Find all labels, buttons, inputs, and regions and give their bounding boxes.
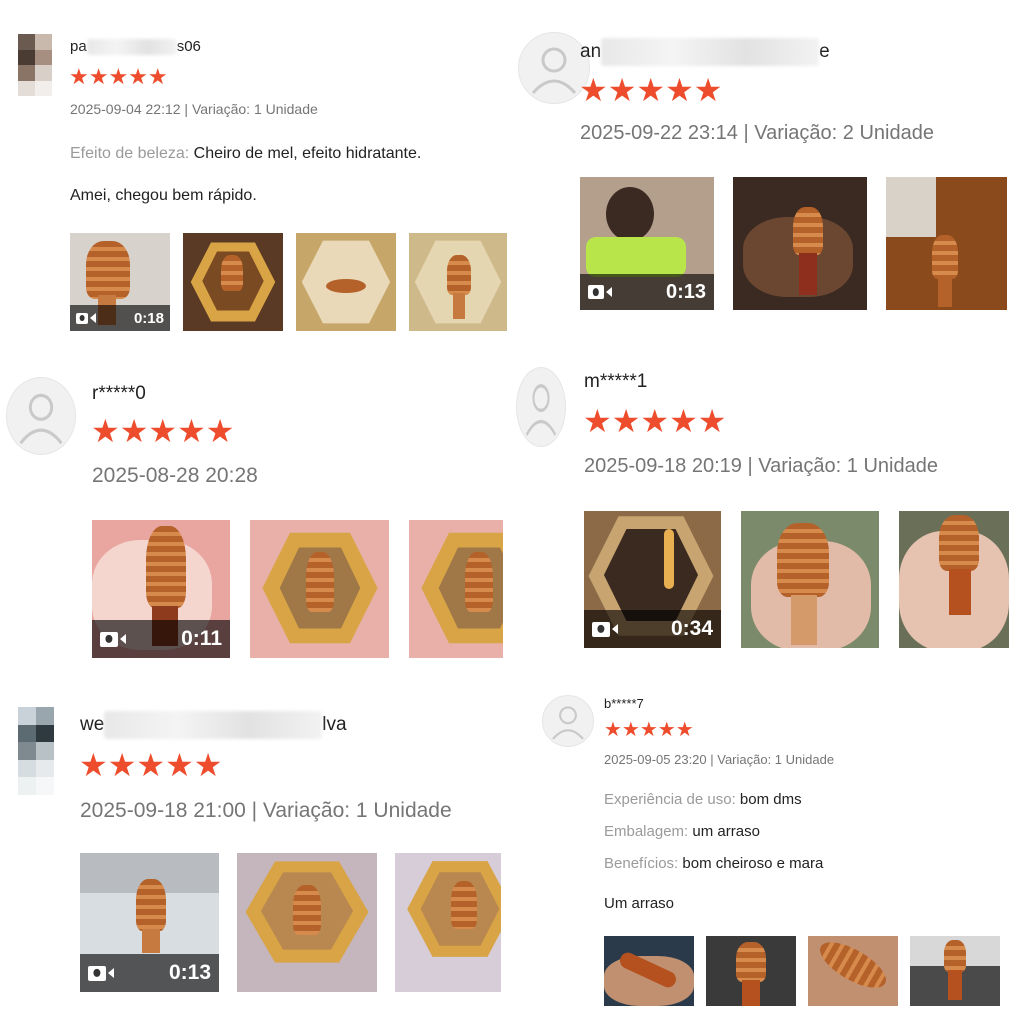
video-duration: 0:13 — [168, 961, 211, 984]
review-attribute: Embalagem: um arraso — [604, 823, 760, 840]
avatar — [516, 367, 566, 447]
attribute-label: Experiência de uso: — [604, 791, 736, 808]
review-card: we lva ★★★★★ 2025-09-18 21:00 | Variação:… — [0, 675, 512, 1024]
photo-thumbnail[interactable] — [733, 177, 867, 310]
attribute-label: Efeito de beleza: — [70, 145, 190, 162]
review-media: 0:34 — [584, 511, 1009, 648]
star-rating: ★★★★★ — [69, 64, 168, 89]
review-date-variation: 2025-09-18 20:19 | Variação: 1 Unidade — [584, 455, 938, 477]
star-rating: ★★★★★ — [91, 413, 235, 449]
review-media: 0:13 — [80, 853, 501, 992]
video-duration: 0:34 — [670, 617, 713, 640]
photo-thumbnail[interactable] — [409, 233, 507, 331]
video-bar: 0:34 — [584, 610, 721, 648]
review-media: 0:13 — [580, 177, 1007, 310]
video-thumbnail[interactable]: 0:13 — [80, 853, 219, 992]
video-camera-icon — [592, 621, 618, 637]
star-rating: ★★★★★ — [583, 403, 727, 439]
star-rating: ★★★★★ — [79, 747, 223, 783]
attribute-value: bom cheiroso e mara — [678, 855, 824, 872]
video-thumbnail[interactable]: 0:11 — [92, 520, 230, 658]
video-camera-icon — [588, 285, 612, 299]
attribute-value: bom dms — [735, 791, 802, 808]
review-card: b*****7 ★★★★★ 2025-09-05 23:20 | Variaçã… — [512, 675, 1024, 1024]
photo-thumbnail[interactable] — [296, 233, 396, 331]
user-placeholder-icon — [552, 706, 584, 740]
attribute-label: Embalagem: — [604, 823, 689, 840]
video-bar: 0:13 — [80, 954, 219, 992]
attribute-value: Cheiro de mel, efeito hidratante. — [189, 145, 422, 162]
reviewer-name: b*****7 — [604, 696, 644, 711]
video-camera-icon — [76, 312, 96, 324]
reviewer-name: pa s06 — [70, 38, 201, 56]
avatar — [6, 377, 76, 455]
photo-thumbnail[interactable] — [395, 853, 501, 992]
review-media: 0:18 — [70, 233, 507, 331]
photo-thumbnail[interactable] — [899, 511, 1009, 648]
photo-thumbnail[interactable] — [183, 233, 283, 331]
video-camera-icon — [88, 965, 114, 981]
photo-thumbnail[interactable] — [808, 936, 898, 1006]
review-media — [604, 936, 1000, 1006]
reviewer-name: an e — [580, 38, 830, 66]
star-rating: ★★★★★ — [579, 72, 723, 108]
review-date-variation: 2025-09-22 23:14 | Variação: 2 Unidade — [580, 122, 934, 144]
review-media: 0:11 — [92, 520, 503, 658]
video-thumbnail[interactable]: 0:13 — [580, 177, 714, 310]
review-date-variation: 2025-08-28 20:28 — [92, 464, 258, 487]
star-rating: ★★★★★ — [604, 719, 694, 741]
review-attribute: Experiência de uso: bom dms — [604, 791, 802, 808]
user-placeholder-icon — [525, 384, 557, 436]
review-card: m*****1 ★★★★★ 2025-09-18 20:19 | Variaçã… — [512, 345, 1024, 675]
reviewer-name: we lva — [80, 711, 347, 739]
video-camera-icon — [100, 631, 126, 647]
video-duration: 0:11 — [181, 627, 222, 650]
review-card: an e ★★★★★ 2025-09-22 23:14 | Variação: 2… — [512, 0, 1024, 345]
name-redaction — [86, 39, 177, 56]
review-card: r*****0 ★★★★★ 2025-08-28 20:28 0:11 — [0, 345, 512, 675]
photo-thumbnail[interactable] — [910, 936, 1000, 1006]
review-date-variation: 2025-09-18 21:00 | Variação: 1 Unidade — [80, 799, 452, 822]
review-date-variation: 2025-09-05 23:20 | Variação: 1 Unidade — [604, 752, 835, 767]
avatar — [542, 695, 594, 747]
name-redaction — [601, 38, 820, 66]
review-card: pa s06 ★★★★★ 2025-09-04 22:12 | Variação:… — [0, 0, 512, 345]
photo-thumbnail[interactable] — [237, 853, 377, 992]
video-bar: 0:11 — [92, 620, 230, 658]
review-date-variation: 2025-09-04 22:12 | Variação: 1 Unidade — [70, 101, 318, 117]
attribute-value: um arraso — [688, 823, 760, 840]
video-thumbnail[interactable]: 0:34 — [584, 511, 721, 648]
photo-thumbnail[interactable] — [250, 520, 389, 658]
reviewer-name: m*****1 — [584, 371, 648, 392]
video-duration: 0:13 — [665, 280, 706, 303]
photo-thumbnail[interactable] — [706, 936, 796, 1006]
video-bar: 0:13 — [580, 274, 714, 310]
review-comment: Amei, chegou bem rápido. — [70, 187, 257, 204]
reviewer-name: r*****0 — [92, 383, 146, 404]
review-comment: Um arraso — [604, 895, 675, 912]
user-placeholder-icon — [19, 393, 63, 445]
review-attribute: Benefícios: bom cheiroso e mara — [604, 855, 823, 872]
photo-thumbnail[interactable] — [409, 520, 503, 658]
avatar — [18, 707, 54, 795]
avatar — [18, 34, 52, 96]
photo-thumbnail[interactable] — [604, 936, 694, 1006]
review-attribute: Efeito de beleza: Cheiro de mel, efeito … — [70, 145, 421, 163]
attribute-label: Benefícios: — [604, 855, 679, 872]
video-thumbnail[interactable]: 0:18 — [70, 233, 170, 331]
video-duration: 0:18 — [133, 309, 164, 327]
video-bar: 0:18 — [70, 305, 170, 331]
photo-thumbnail[interactable] — [741, 511, 879, 648]
name-redaction — [104, 711, 323, 739]
photo-thumbnail[interactable] — [886, 177, 1007, 310]
